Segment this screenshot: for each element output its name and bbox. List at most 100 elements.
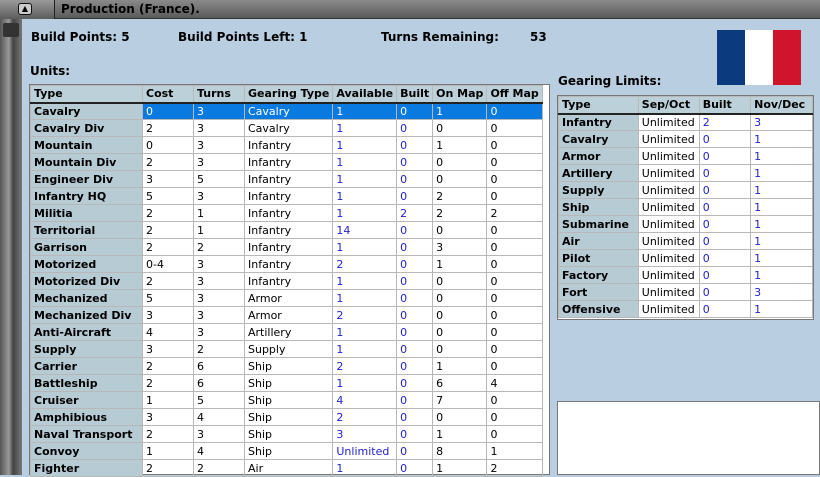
unit-cell: Ship <box>243 425 334 443</box>
column-header[interactable]: Cost <box>142 85 194 104</box>
table-row[interactable]: Pilot Unlimited 0 1 <box>558 249 813 267</box>
unit-cell: 3 <box>193 102 245 120</box>
column-header[interactable]: Sep/Oct <box>637 96 700 115</box>
table-row[interactable]: Naval Transport 2 3 Ship 3 0 1 0 <box>30 425 543 443</box>
table-row[interactable]: Mechanized 5 3 Armor 1 0 0 0 <box>30 289 543 307</box>
unit-cell: 1 <box>193 204 245 222</box>
unit-cell: 3 <box>142 408 194 426</box>
unit-cell: 1 <box>432 102 488 120</box>
column-header[interactable]: Type <box>30 85 143 104</box>
table-row[interactable]: Armor Unlimited 0 1 <box>558 147 813 165</box>
unit-type-cell: Infantry HQ <box>30 187 143 205</box>
unit-cell: 1 <box>332 374 398 392</box>
table-row[interactable]: Cavalry Div 2 3 Cavalry 1 0 0 0 <box>30 119 543 137</box>
table-row[interactable]: Infantry Unlimited 2 3 <box>558 113 813 131</box>
table-row[interactable]: Territorial 2 1 Infantry 14 0 0 0 <box>30 221 543 239</box>
unit-cell: 2 <box>332 357 398 375</box>
table-row[interactable]: Engineer Div 3 5 Infantry 1 0 0 0 <box>30 170 543 188</box>
gearing-cell: 0 <box>698 249 752 267</box>
gearing-cell: 0 <box>698 147 752 165</box>
unit-cell: 1 <box>332 459 398 477</box>
table-row[interactable]: Garrison 2 2 Infantry 1 0 3 0 <box>30 238 543 256</box>
column-header[interactable]: Built <box>698 96 752 115</box>
gearing-cell: Unlimited <box>637 181 700 199</box>
unit-cell: 0 <box>396 306 434 324</box>
unit-cell: 1 <box>432 357 488 375</box>
unit-cell: Infantry <box>243 238 334 256</box>
table-row[interactable]: Militia 2 1 Infantry 1 2 2 2 <box>30 204 543 222</box>
column-header[interactable]: Available <box>332 85 398 104</box>
table-row[interactable]: Ship Unlimited 0 1 <box>558 198 813 216</box>
table-row[interactable]: Artillery Unlimited 0 1 <box>558 164 813 182</box>
unit-cell: 0 <box>396 442 434 460</box>
table-row[interactable]: Motorized 0-4 3 Infantry 2 0 1 0 <box>30 255 543 273</box>
column-header[interactable]: Gearing Type <box>243 85 334 104</box>
table-row[interactable]: Convoy 1 4 Ship Unlimited 0 8 1 <box>30 442 543 460</box>
unit-cell: Infantry <box>243 153 334 171</box>
unit-type-cell: Supply <box>30 340 143 358</box>
table-row[interactable]: Air Unlimited 0 1 <box>558 232 813 250</box>
units-label: Units: <box>30 64 71 78</box>
table-row[interactable]: Offensive Unlimited 0 1 <box>558 300 813 318</box>
unit-cell: 3 <box>193 306 245 324</box>
unit-type-cell: Convoy <box>30 442 143 460</box>
unit-cell: 3 <box>193 119 245 137</box>
table-row[interactable]: Infantry HQ 5 3 Infantry 1 0 2 0 <box>30 187 543 205</box>
table-row[interactable]: Mountain 0 3 Infantry 1 0 1 0 <box>30 136 543 154</box>
gearing-type-cell: Pilot <box>558 249 639 267</box>
unit-cell: 3 <box>193 187 245 205</box>
unit-cell: 3 <box>332 425 398 443</box>
scroll-handle[interactable] <box>3 23 19 37</box>
table-row[interactable]: Fort Unlimited 0 3 <box>558 283 813 301</box>
unit-type-cell: Engineer Div <box>30 170 143 188</box>
unit-cell: 5 <box>142 187 194 205</box>
table-row[interactable]: Supply 3 2 Supply 1 0 0 0 <box>30 340 543 358</box>
table-row[interactable]: Battleship 2 6 Ship 1 0 6 4 <box>30 374 543 392</box>
unit-cell: Unlimited <box>332 442 398 460</box>
gearing-cell: Unlimited <box>637 198 700 216</box>
table-row[interactable]: Cruiser 1 5 Ship 4 0 7 0 <box>30 391 543 409</box>
units-table: Type Cost Turns Gearing Type Available Built O… <box>30 85 543 477</box>
column-header[interactable]: Off Map <box>486 85 543 104</box>
build-points: Build Points: 5 <box>31 30 130 44</box>
table-row[interactable]: Supply Unlimited 0 1 <box>558 181 813 199</box>
window-menu-button[interactable]: ▲ <box>0 0 55 19</box>
column-header[interactable]: Turns <box>193 85 245 104</box>
column-header[interactable]: Nov/Dec <box>750 96 813 115</box>
unit-cell: 7 <box>432 391 488 409</box>
gearing-cell: 0 <box>698 232 752 250</box>
table-row[interactable]: Motorized Div 2 3 Infantry 1 0 0 0 <box>30 272 543 290</box>
table-row[interactable]: Submarine Unlimited 0 1 <box>558 215 813 233</box>
turns-remaining-value: 53 <box>530 30 547 44</box>
unit-cell: 2 <box>142 204 194 222</box>
gearing-cell: Unlimited <box>637 300 700 318</box>
unit-cell: 2 <box>142 119 194 137</box>
table-row[interactable]: Factory Unlimited 0 1 <box>558 266 813 284</box>
column-header[interactable]: Built <box>396 85 434 104</box>
gearing-cell: 1 <box>750 181 813 199</box>
table-row[interactable]: Fighter 2 2 Air 1 0 1 2 <box>30 459 543 477</box>
table-row[interactable]: Cavalry 0 3 Cavalry 1 0 1 0 <box>30 102 543 120</box>
unit-cell: 2 <box>142 374 194 392</box>
unit-type-cell: Motorized <box>30 255 143 273</box>
unit-cell: 1 <box>332 238 398 256</box>
column-header[interactable]: On Map <box>432 85 488 104</box>
table-row[interactable]: Carrier 2 6 Ship 2 0 1 0 <box>30 357 543 375</box>
unit-cell: 1 <box>332 289 398 307</box>
unit-cell: 0 <box>432 306 488 324</box>
unit-cell: 4 <box>193 408 245 426</box>
unit-cell: 0 <box>396 238 434 256</box>
flag-stripe <box>773 30 801 85</box>
unit-type-cell: Mountain Div <box>30 153 143 171</box>
table-row[interactable]: Mechanized Div 3 3 Armor 2 0 0 0 <box>30 306 543 324</box>
table-row[interactable]: Amphibious 3 4 Ship 2 0 0 0 <box>30 408 543 426</box>
table-row[interactable]: Cavalry Unlimited 0 1 <box>558 130 813 148</box>
column-header[interactable]: Type <box>558 96 639 115</box>
table-row[interactable]: Mountain Div 2 3 Infantry 1 0 0 0 <box>30 153 543 171</box>
unit-cell: 0 <box>396 323 434 341</box>
unit-cell: 1 <box>432 425 488 443</box>
table-row[interactable]: Anti-Aircraft 4 3 Artillery 1 0 0 0 <box>30 323 543 341</box>
unit-cell: 0 <box>432 408 488 426</box>
left-scrollbar[interactable] <box>0 19 22 475</box>
unit-cell: 1 <box>332 272 398 290</box>
